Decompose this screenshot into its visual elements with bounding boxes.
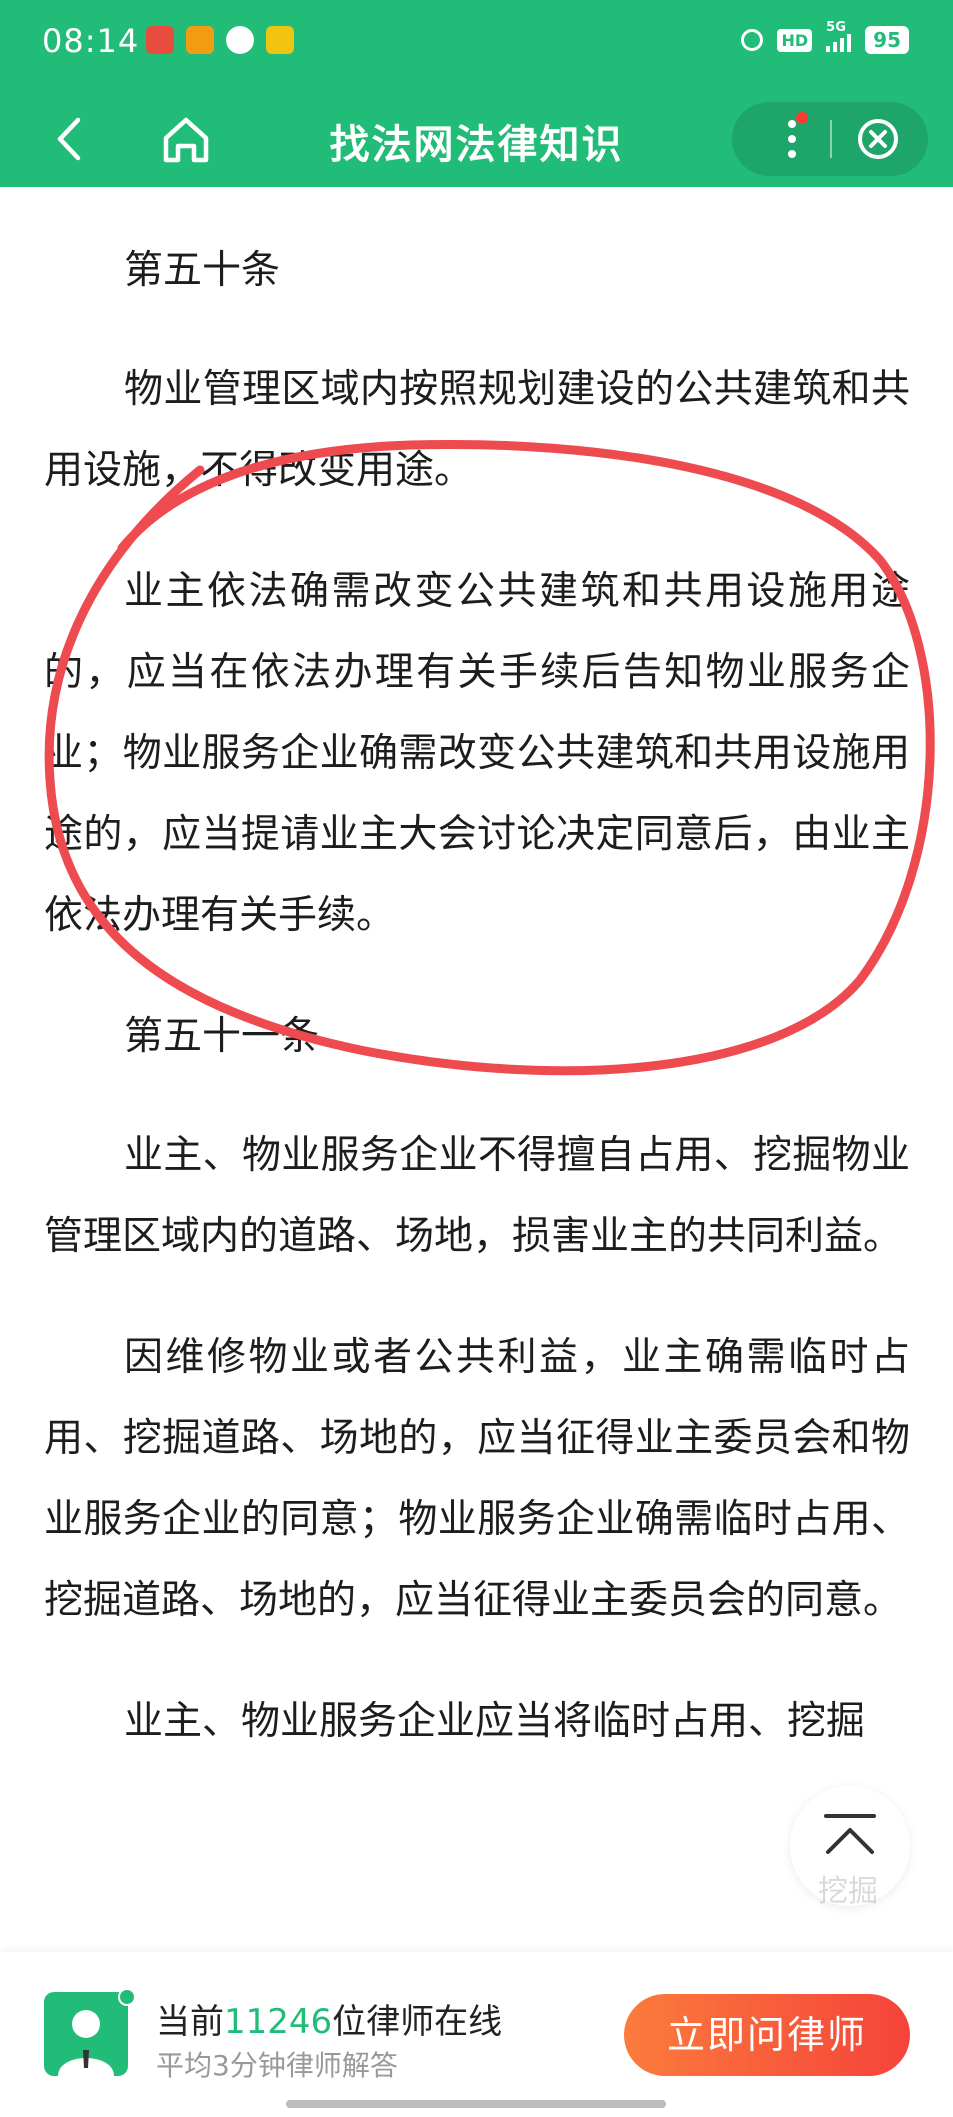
notification-icons	[146, 26, 294, 54]
lawyer-count: 11246	[224, 2002, 333, 2042]
status-indicators: HD 5G 95	[741, 20, 909, 54]
close-circle-icon	[858, 119, 898, 159]
battery-icon: 95	[865, 26, 909, 54]
back-to-top-button[interactable]: 挖掘	[790, 1786, 910, 1909]
article-paragraph: 物业管理区域内按照规划建设的公共建筑和共用设施，不得改变用途。	[44, 367, 910, 493]
response-time-text: 平均3分钟律师解答	[156, 2049, 398, 2082]
network-label: 5G	[826, 20, 846, 35]
lawyer-avatar	[44, 1992, 128, 2076]
article-heading: 第五十条	[124, 248, 281, 293]
hd-icon: HD	[777, 28, 813, 52]
app-notification-icon	[146, 26, 174, 54]
article-paragraph: 因维修物业或者公共利益，业主确需临时占用、挖掘道路、场地的，应当征得业主委员会和…	[44, 1335, 910, 1623]
home-indicator[interactable]	[286, 2100, 666, 2108]
online-prefix: 当前	[156, 2002, 224, 2042]
alarm-icon	[741, 29, 764, 51]
online-indicator	[118, 1988, 136, 2006]
app-notification-icon	[226, 26, 254, 54]
nav-bar: 找法网法律知识	[0, 92, 953, 187]
online-lawyers-text: 当前11246位律师在线	[156, 1994, 502, 2043]
weibo-icon	[266, 26, 294, 54]
mini-program-capsule	[732, 102, 928, 176]
article-content: 第五十条 物业管理区域内按照规划建设的公共建筑和共用设施，不得改变用途。 业主依…	[44, 230, 910, 1802]
arrow-up-icon	[824, 1814, 876, 1854]
article-heading: 第五十一条	[124, 1014, 320, 1059]
lawyer-icon	[58, 2010, 114, 2076]
app-notification-icon	[186, 26, 214, 54]
article-paragraph-highlighted: 业主依法确需改变公共建筑和共用设施用途的，应当在依法办理有关手续后告知物业服务企…	[44, 569, 910, 938]
status-bar: 08:14 HD 5G 95	[0, 0, 953, 92]
lawyer-consult-bar: 当前11246位律师在线 平均3分钟律师解答 立即问律师	[0, 1952, 953, 2117]
notification-dot	[796, 112, 808, 124]
signal-icon: 5G	[826, 20, 852, 52]
article-paragraph: 业主、物业服务企业不得擅自占用、挖掘物业管理区域内的道路、场地，损害业主的共同利…	[44, 1133, 910, 1259]
capsule-divider	[830, 120, 832, 158]
more-vertical-icon	[788, 120, 796, 158]
close-button[interactable]	[856, 117, 900, 161]
ask-lawyer-button[interactable]: 立即问律师	[624, 1994, 910, 2076]
online-suffix: 位律师在线	[332, 2002, 503, 2042]
article-paragraph: 业主、物业服务企业应当将临时占用、挖掘	[124, 1699, 866, 1744]
back-to-top-label: 挖掘	[818, 1874, 878, 1909]
more-button[interactable]	[772, 116, 812, 162]
status-time: 08:14	[42, 22, 140, 60]
